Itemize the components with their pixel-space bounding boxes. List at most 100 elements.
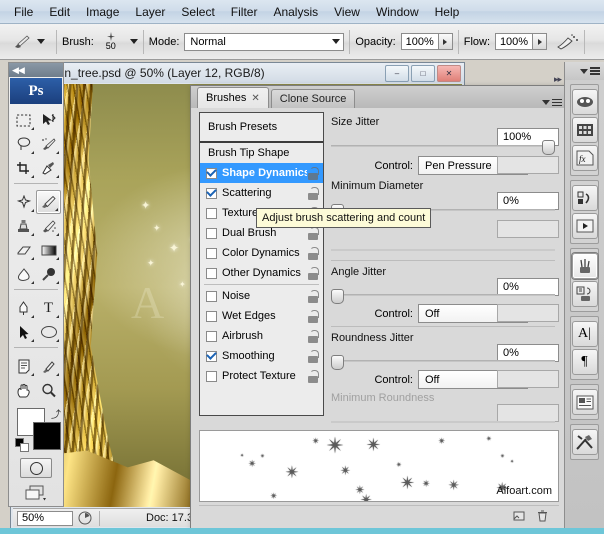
flow-control[interactable]: 100% <box>495 33 547 50</box>
list-item-smoothing[interactable]: Smoothing <box>200 346 323 366</box>
tab-brushes[interactable]: Brushes ✕ <box>197 87 269 108</box>
hand-tool[interactable] <box>11 378 36 402</box>
flow-value[interactable]: 100% <box>495 33 533 50</box>
flow-stepper[interactable] <box>533 33 547 50</box>
slider-knob[interactable] <box>331 289 344 304</box>
default-colors-icon[interactable] <box>15 438 28 451</box>
menu-edit[interactable]: Edit <box>41 3 78 21</box>
angle-control-extra-value[interactable] <box>497 304 559 322</box>
checkbox-scattering[interactable] <box>206 188 217 199</box>
zoom-level-field[interactable]: 50% <box>17 511 73 526</box>
brush-tool[interactable] <box>36 190 61 214</box>
history-panel-icon[interactable] <box>572 185 598 211</box>
swap-colors-icon[interactable]: ⤴ <box>51 406 61 421</box>
size-jitter-slider[interactable] <box>331 140 555 152</box>
status-proxy-preview-button[interactable] <box>77 510 93 526</box>
checkbox-shape-dynamics[interactable] <box>206 168 217 179</box>
new-brush-icon[interactable] <box>513 509 526 522</box>
document-title-bar[interactable]: golden_tree.psd @ 50% (Layer 12, RGB/8) … <box>11 63 464 83</box>
current-tool-preset-picker[interactable] <box>4 32 51 52</box>
minimize-button[interactable]: – <box>385 65 409 82</box>
roundness-control-extra-value[interactable] <box>497 370 559 388</box>
list-item-shape-dynamics[interactable]: Shape Dynamics <box>200 163 323 183</box>
dodge-tool[interactable] <box>36 262 61 286</box>
angle-jitter-slider[interactable] <box>331 289 555 301</box>
checkbox-noise[interactable] <box>206 291 217 302</box>
checkbox-smoothing[interactable] <box>206 351 217 362</box>
list-item-noise[interactable]: Noise <box>200 286 323 306</box>
menu-analysis[interactable]: Analysis <box>265 3 326 21</box>
blur-tool[interactable] <box>11 262 36 286</box>
slider-knob[interactable] <box>331 355 344 370</box>
checkbox-other-dynamics[interactable] <box>206 268 217 279</box>
list-item-brush-tip-shape[interactable]: Brush Tip Shape <box>200 143 323 163</box>
checkbox-dual-brush[interactable] <box>206 228 217 239</box>
list-item-wet-edges[interactable]: Wet Edges <box>200 306 323 326</box>
paragraph-panel-icon[interactable]: ¶ <box>572 349 598 375</box>
brush-size-preview[interactable]: 50 <box>99 32 123 51</box>
opacity-control[interactable]: 100% <box>401 33 453 50</box>
dock-header[interactable] <box>565 62 604 80</box>
opacity-stepper[interactable] <box>439 33 453 50</box>
healing-brush-tool[interactable] <box>11 190 36 214</box>
tool-presets-panel-icon[interactable] <box>572 281 598 307</box>
collapse-icon[interactable]: ▸▸ <box>554 74 561 85</box>
lock-icon[interactable] <box>307 227 319 240</box>
lock-icon[interactable] <box>307 290 319 303</box>
path-selection-tool[interactable] <box>11 320 36 344</box>
tilt-scale-value[interactable] <box>497 220 559 238</box>
checkbox-protect-texture[interactable] <box>206 371 217 382</box>
tools-panel-grip[interactable]: ◀◀ <box>9 63 63 77</box>
delete-brush-icon[interactable] <box>536 509 549 522</box>
quick-mask-toggle[interactable] <box>9 458 63 478</box>
layer-styles-panel-icon[interactable]: fx <box>572 145 598 171</box>
menu-filter[interactable]: Filter <box>223 3 266 21</box>
lock-icon[interactable] <box>307 310 319 323</box>
menu-window[interactable]: Window <box>368 3 427 21</box>
size-control-extra-value[interactable] <box>497 156 559 174</box>
lock-icon[interactable] <box>307 267 319 280</box>
character-panel-icon[interactable]: A| <box>572 321 598 347</box>
list-item-airbrush[interactable]: Airbrush <box>200 326 323 346</box>
list-item-brush-presets[interactable]: Brush Presets <box>200 113 323 143</box>
brushes-panel-icon[interactable] <box>572 253 598 279</box>
lock-icon[interactable] <box>307 187 319 200</box>
slider-knob[interactable] <box>542 140 555 155</box>
list-item-color-dynamics[interactable]: Color Dynamics <box>200 243 323 263</box>
opacity-value[interactable]: 100% <box>401 33 439 50</box>
clone-stamp-tool[interactable] <box>11 214 36 238</box>
notes-tool[interactable] <box>11 354 36 378</box>
measurement-log-panel-icon[interactable] <box>572 429 598 455</box>
tab-clone-source[interactable]: Clone Source <box>271 89 356 108</box>
ellipse-shape-tool[interactable] <box>36 320 61 344</box>
menu-select[interactable]: Select <box>173 3 222 21</box>
eraser-tool[interactable] <box>11 238 36 262</box>
lock-icon[interactable] <box>307 330 319 343</box>
maximize-button[interactable]: □ <box>411 65 435 82</box>
panel-menu-button[interactable] <box>542 99 562 107</box>
checkbox-wet-edges[interactable] <box>206 311 217 322</box>
close-icon[interactable]: ✕ <box>251 93 259 104</box>
brush-picker-chevron-icon[interactable] <box>130 39 138 44</box>
type-tool[interactable]: T <box>36 296 61 320</box>
lock-icon[interactable] <box>307 370 319 383</box>
rectangular-marquee-tool[interactable] <box>11 108 36 132</box>
actions-panel-icon[interactable] <box>572 213 598 239</box>
lock-icon[interactable] <box>307 350 319 363</box>
lasso-tool[interactable] <box>11 132 36 156</box>
pen-tool[interactable] <box>11 296 36 320</box>
checkbox-texture[interactable] <box>206 208 217 219</box>
airbrush-toggle-button[interactable] <box>555 33 579 51</box>
eyedropper-tool[interactable] <box>36 354 61 378</box>
color-swatches-panel-icon[interactable] <box>572 117 598 143</box>
list-item-scattering[interactable]: Scattering <box>200 183 323 203</box>
quick-selection-tool[interactable] <box>36 132 61 156</box>
menu-layer[interactable]: Layer <box>127 3 173 21</box>
zoom-tool[interactable] <box>36 378 61 402</box>
slice-tool[interactable] <box>36 156 61 180</box>
background-color-swatch[interactable] <box>33 422 61 450</box>
history-brush-tool[interactable] <box>36 214 61 238</box>
screen-mode-button[interactable] <box>9 483 63 503</box>
lock-icon[interactable] <box>307 167 319 180</box>
move-tool[interactable] <box>36 108 61 132</box>
